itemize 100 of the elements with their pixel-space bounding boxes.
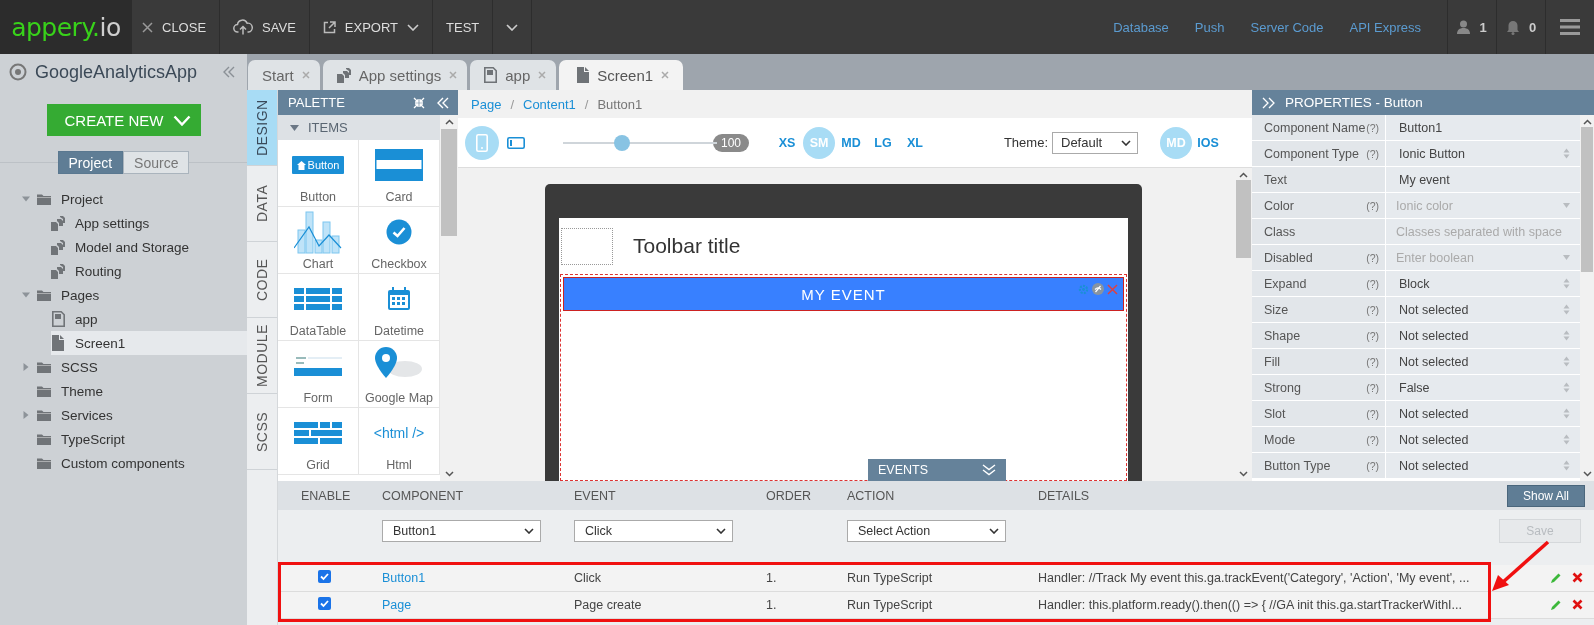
edit-icon[interactable]	[1550, 599, 1562, 611]
slider-thumb[interactable]	[613, 134, 630, 151]
nav-link[interactable]: Push	[1194, 19, 1225, 35]
editor-tab[interactable]: Start	[248, 60, 320, 90]
tree-item[interactable]: App settings	[51, 211, 247, 235]
user-icon	[1457, 20, 1471, 34]
tree-item[interactable]: app	[51, 307, 247, 331]
component-select[interactable]: Button1	[382, 519, 541, 542]
editor-tab[interactable]: app	[470, 60, 557, 90]
breadcrumb-link[interactable]: Content1	[523, 96, 576, 112]
help-link[interactable]: (?)	[1366, 329, 1379, 342]
palette-item[interactable]: Datetime	[359, 274, 440, 341]
theme-label: Theme:	[1003, 135, 1048, 150]
help-link[interactable]: (?)	[1366, 381, 1379, 394]
collapse-icon[interactable]	[223, 66, 235, 78]
delete-icon[interactable]	[1572, 599, 1583, 610]
component-link[interactable]: Button1	[382, 571, 574, 585]
property-select[interactable]: Not selected	[1386, 427, 1580, 452]
close-icon[interactable]	[449, 71, 458, 79]
help-link[interactable]: (?)	[1366, 277, 1379, 290]
tree-item[interactable]: Pages	[20, 283, 247, 307]
help-link[interactable]: (?)	[1366, 433, 1379, 446]
palette-item[interactable]: DataTable	[278, 274, 359, 341]
section-header[interactable]: ITEMS	[278, 115, 440, 140]
help-link[interactable]: (?)	[1366, 251, 1379, 264]
close-icon[interactable]	[538, 71, 547, 79]
scrollbar-thumb[interactable]	[1581, 127, 1593, 272]
size-toggle[interactable]: XL	[899, 126, 932, 159]
tree-item[interactable]: Model and Storage	[51, 235, 247, 259]
device-toggle[interactable]	[465, 125, 499, 160]
property-select[interactable]: False	[1386, 375, 1580, 400]
close-icon[interactable]	[301, 71, 310, 79]
help-link[interactable]: (?)	[1366, 199, 1379, 212]
tree-item[interactable]: TypeScript	[20, 427, 247, 451]
property-select[interactable]: Not selected	[1386, 349, 1580, 374]
tree-item[interactable]: SCSS	[20, 355, 247, 379]
property-select[interactable]: Not selected	[1386, 401, 1580, 426]
nav-link[interactable]: Database	[1113, 19, 1169, 35]
tree-item[interactable]: Services	[20, 403, 247, 427]
size-toggle[interactable]: MD	[835, 126, 868, 159]
help-link[interactable]: (?)	[1366, 459, 1379, 472]
property-select[interactable]: Not selected	[1386, 323, 1580, 348]
close-icon[interactable]	[142, 21, 153, 33]
nav-link[interactable]: API Express	[1349, 19, 1421, 35]
chevron-down-icon	[172, 114, 191, 126]
tree-item[interactable]: Custom components	[20, 451, 247, 475]
tree-item[interactable]: Theme	[20, 379, 247, 403]
property-select[interactable]: Not selected	[1386, 453, 1580, 478]
help-link[interactable]: (?)	[1366, 147, 1379, 160]
property-select[interactable]: Ionic Button	[1386, 141, 1580, 166]
size-toggle[interactable]: LG	[867, 126, 900, 159]
palette-item[interactable]: Google Map	[359, 341, 440, 408]
component-link[interactable]: Page	[382, 598, 574, 612]
action-select[interactable]: Select Action	[847, 519, 1006, 542]
mode-toggle[interactable]: IOS	[1192, 126, 1224, 159]
side-tab[interactable]: DESIGN	[247, 90, 277, 166]
ionic-button[interactable]: MY EVENT	[563, 277, 1124, 311]
property-select[interactable]: Block	[1386, 271, 1580, 296]
nav-link[interactable]: Server Code	[1250, 19, 1324, 35]
view-tab[interactable]: Source	[123, 151, 190, 174]
palette-item[interactable]: Chart	[278, 207, 359, 274]
palette-item[interactable]: Card	[359, 140, 440, 207]
help-link[interactable]: (?)	[1366, 303, 1379, 316]
palette-item[interactable]: Checkbox	[359, 207, 440, 274]
palette-item[interactable]: Form	[278, 341, 359, 408]
size-toggle[interactable]: XS	[771, 126, 804, 159]
property-field[interactable]: My event	[1386, 167, 1580, 192]
compress-icon[interactable]	[413, 96, 425, 109]
checkbox[interactable]	[318, 570, 331, 583]
tree-item[interactable]: Screen1	[51, 331, 247, 355]
editor-tab[interactable]: App settings	[322, 60, 468, 90]
tree-item[interactable]: Project	[20, 187, 247, 211]
palette-item[interactable]: Grid	[278, 408, 359, 475]
theme-select[interactable]: Default	[1052, 131, 1138, 154]
scrollbar-thumb[interactable]	[441, 129, 457, 236]
help-link[interactable]: (?)	[1366, 121, 1379, 134]
property-name: Text	[1264, 172, 1287, 187]
scrollbar-thumb[interactable]	[1236, 180, 1251, 258]
table-cell-text: 1.	[766, 571, 778, 585]
expand-icon[interactable]	[1262, 96, 1276, 109]
help-link[interactable]: (?)	[1366, 407, 1379, 420]
help-link[interactable]: (?)	[1366, 355, 1379, 368]
property-select[interactable]: Not selected	[1386, 297, 1580, 322]
view-tab[interactable]: Project	[57, 151, 124, 174]
breadcrumb-link[interactable]: Page	[471, 96, 502, 112]
bell-icon	[1505, 19, 1520, 35]
grid-icon	[294, 422, 342, 444]
property-field[interactable]: Button1	[1386, 115, 1580, 140]
checkbox[interactable]	[318, 597, 331, 610]
event-select[interactable]: Click	[574, 519, 733, 542]
edit-icon[interactable]	[1550, 572, 1562, 584]
delete-icon[interactable]	[1572, 572, 1583, 583]
zoom-value: 100	[713, 133, 750, 152]
show-all-button[interactable]: Show All	[1507, 484, 1585, 507]
palette-item[interactable]: Button Button	[278, 140, 359, 207]
editor-tab[interactable]: Screen1	[559, 60, 684, 90]
close-icon[interactable]	[661, 71, 670, 79]
tree-item[interactable]: Routing	[51, 259, 247, 283]
events-tab[interactable]: EVENTS	[868, 459, 1006, 481]
hide-icon[interactable]	[1092, 283, 1104, 295]
